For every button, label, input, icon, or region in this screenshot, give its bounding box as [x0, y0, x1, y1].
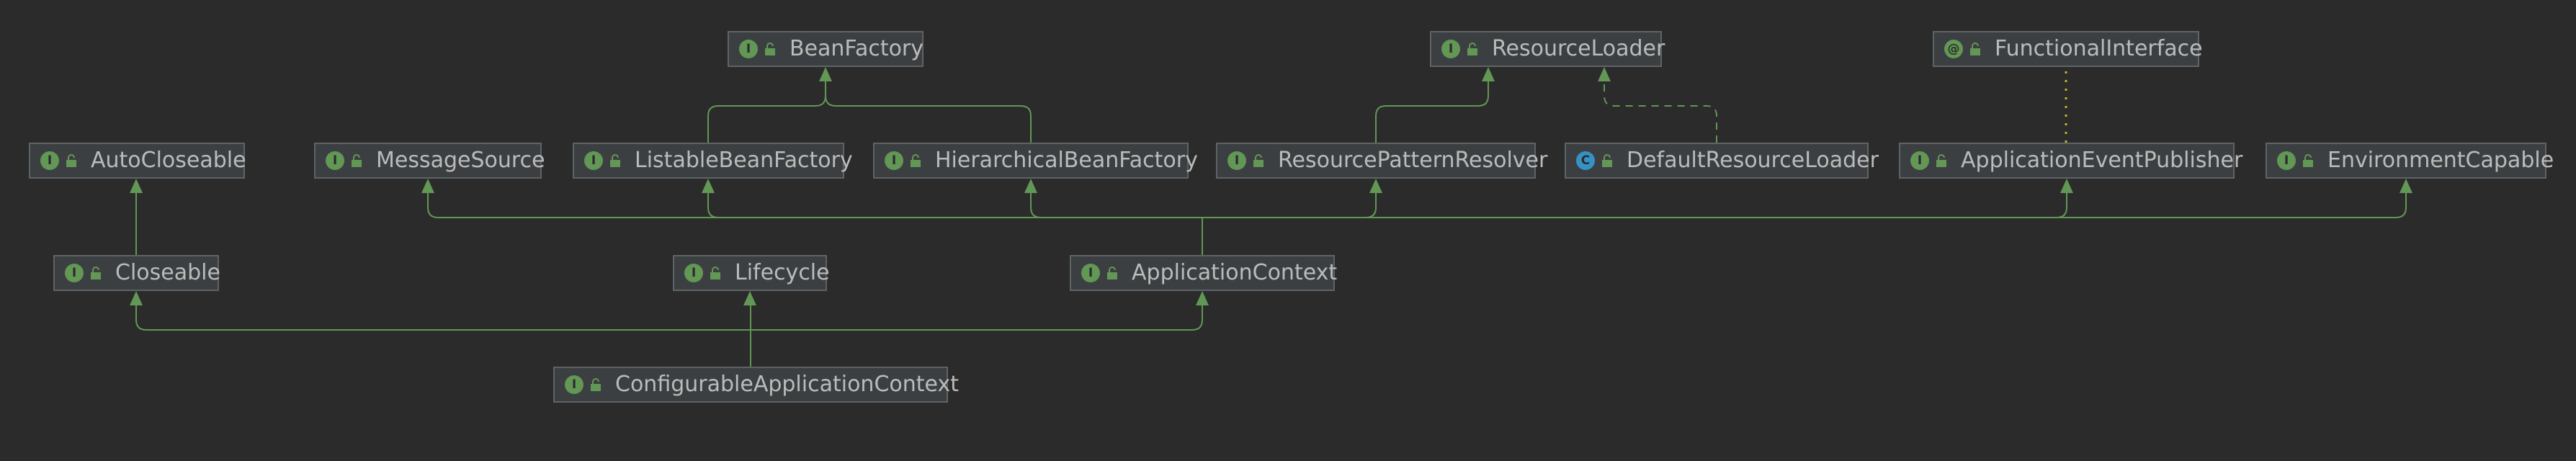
- arrowhead-application-context: [1196, 291, 1209, 305]
- arrowhead-beanfactory: [819, 67, 832, 81]
- edge-appcontext-to-environment-capable: [1202, 193, 2407, 218]
- node-application-context[interactable]: I ApplicationContext: [1070, 255, 1338, 291]
- lock-icon: [1466, 42, 1479, 56]
- lock-icon: [764, 42, 777, 56]
- node-label: MessageSource: [376, 148, 545, 173]
- class-diagram-edges: [130, 67, 2412, 367]
- arrowhead-lifecycle: [743, 291, 756, 305]
- interface-icon: I: [2277, 151, 2296, 170]
- lock-icon: [350, 153, 363, 168]
- interface-icon: I: [1081, 264, 1100, 282]
- node-resource-loader[interactable]: I ResourceLoader: [1430, 31, 1665, 67]
- node-label: ApplicationEventPublisher: [1961, 148, 2243, 173]
- interface-icon: I: [40, 151, 59, 170]
- interface-icon: I: [584, 151, 603, 170]
- node-auto-closeable[interactable]: I AutoCloseable: [29, 143, 246, 179]
- node-label: EnvironmentCapable: [2327, 148, 2554, 173]
- interface-icon: I: [1227, 151, 1246, 170]
- lock-icon: [2302, 153, 2315, 168]
- node-bean-factory[interactable]: I BeanFactory: [728, 31, 923, 67]
- node-lifecycle[interactable]: I Lifecycle: [673, 255, 830, 291]
- arrowhead-resourceloader-dashed: [1598, 67, 1611, 81]
- arrowhead-listable-bean-factory: [702, 179, 715, 193]
- lock-icon: [709, 266, 722, 280]
- node-default-resource-loader[interactable]: C DefaultResourceLoader: [1565, 143, 1879, 179]
- node-label: BeanFactory: [790, 36, 924, 61]
- interface-icon: I: [65, 264, 84, 282]
- node-label: DefaultResourceLoader: [1627, 148, 1879, 173]
- edge-appcontext-to-application-event-publisher: [1202, 193, 2067, 218]
- interface-icon: I: [684, 264, 703, 282]
- node-application-event-publisher[interactable]: I ApplicationEventPublisher: [1899, 143, 2242, 179]
- edge-appcontext-to-resource-pattern-resolver: [1202, 193, 1377, 218]
- node-closeable[interactable]: I Closeable: [53, 255, 220, 291]
- lock-icon: [609, 153, 622, 168]
- arrowhead-closeable: [130, 291, 143, 305]
- edge-listable-to-beanfactory: [707, 81, 826, 143]
- arrowhead-application-event-publisher: [2060, 179, 2073, 193]
- edge-resolver-to-resourceloader: [1375, 81, 1489, 143]
- interface-icon: I: [885, 151, 903, 170]
- arrowhead-hierarchical-bean-factory: [1024, 179, 1037, 193]
- arrowhead-environment-capable: [2400, 179, 2412, 193]
- edge-configurable-to-closeable: [135, 305, 751, 331]
- node-message-source[interactable]: I MessageSource: [314, 143, 545, 179]
- arrowhead-resourceloader-solid: [1482, 67, 1495, 81]
- interface-icon: I: [739, 40, 758, 58]
- lock-icon: [1252, 153, 1265, 168]
- interface-icon: I: [1910, 151, 1929, 170]
- edge-appcontext-to-message-source: [427, 193, 1202, 218]
- node-resource-pattern-resolver[interactable]: I ResourcePatternResolver: [1216, 143, 1547, 179]
- node-hierarchical-bean-factory[interactable]: I HierarchicalBeanFactory: [873, 143, 1198, 179]
- edge-appcontext-to-hierarchical-bean-factory: [1030, 193, 1202, 218]
- interface-icon: I: [565, 375, 583, 394]
- edge-hierarchical-to-beanfactory: [825, 95, 1032, 143]
- node-label: Lifecycle: [735, 260, 830, 285]
- lock-icon: [89, 266, 102, 280]
- arrowhead-message-source: [421, 179, 434, 193]
- arrowhead-resource-pattern-resolver: [1369, 179, 1382, 193]
- node-label: HierarchicalBeanFactory: [935, 148, 1198, 173]
- edge-configurable-to-application-context: [751, 305, 1203, 331]
- lock-icon: [1601, 153, 1614, 168]
- interface-icon: I: [326, 151, 344, 170]
- node-label: ResourceLoader: [1492, 36, 1665, 61]
- node-environment-capable[interactable]: I EnvironmentCapable: [2266, 143, 2554, 179]
- node-label: ConfigurableApplicationContext: [615, 372, 959, 397]
- interface-icon: I: [1441, 40, 1460, 58]
- lock-icon: [909, 153, 922, 168]
- edge-appcontext-to-listable-bean-factory: [707, 193, 1202, 218]
- node-label: ApplicationContext: [1132, 260, 1338, 285]
- node-listable-bean-factory[interactable]: I ListableBeanFactory: [573, 143, 853, 179]
- node-configurable-application-context[interactable]: I ConfigurableApplicationContext: [553, 367, 959, 403]
- lock-icon: [65, 153, 78, 168]
- lock-icon: [1935, 153, 1948, 168]
- lock-icon: [1106, 266, 1119, 280]
- class-icon: C: [1576, 151, 1595, 170]
- edge-default-to-resourceloader: [1604, 81, 1717, 143]
- node-label: AutoCloseable: [91, 148, 246, 173]
- node-label: ListableBeanFactory: [635, 148, 853, 173]
- node-label: Closeable: [115, 260, 220, 285]
- lock-icon: [1969, 42, 1982, 56]
- lock-icon: [589, 377, 602, 392]
- node-label: ResourcePatternResolver: [1278, 148, 1548, 173]
- annotation-icon: @: [1944, 40, 1963, 58]
- arrowhead-autocloseable: [130, 179, 143, 193]
- node-label: FunctionalInterface: [1995, 36, 2203, 61]
- node-functional-interface[interactable]: @ FunctionalInterface: [1933, 31, 2203, 67]
